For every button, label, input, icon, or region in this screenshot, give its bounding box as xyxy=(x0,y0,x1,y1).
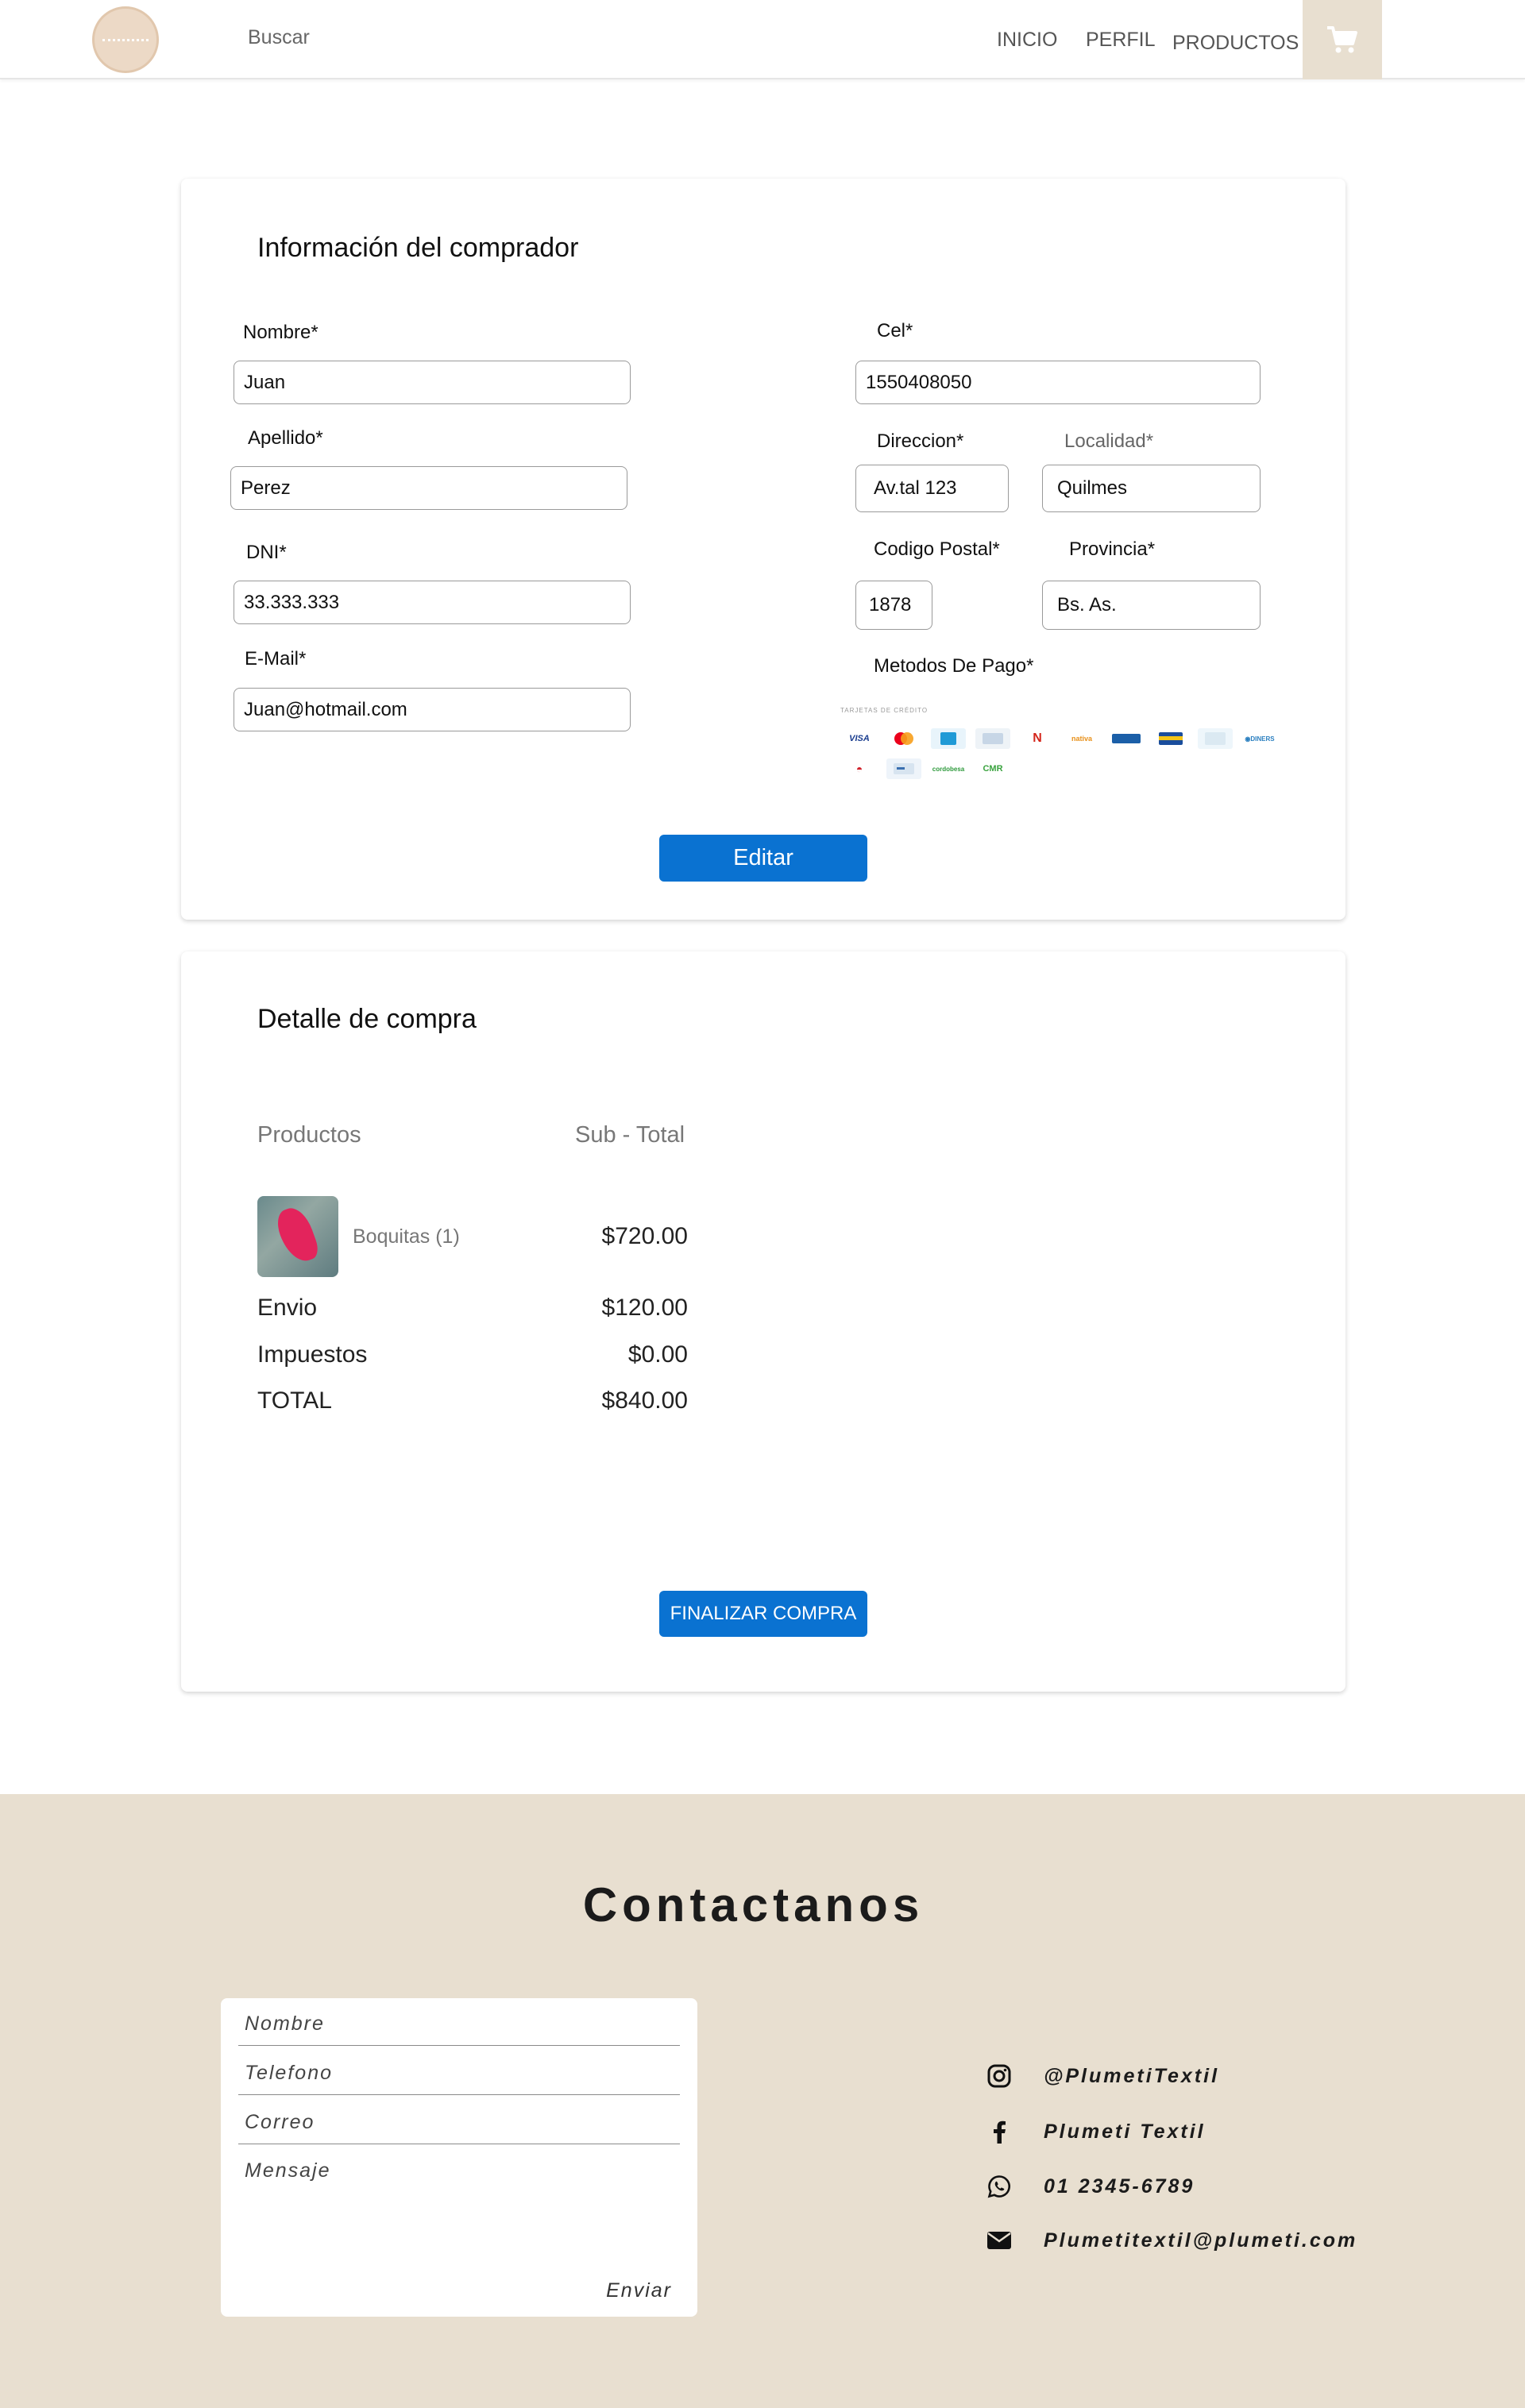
metodos-pago-label: Metodos De Pago* xyxy=(874,655,1034,677)
top-navbar: Buscar INICIO PERFIL PRODUCTOS xyxy=(0,0,1525,79)
provincia-field[interactable]: Bs. As. xyxy=(1042,581,1261,630)
mastercard-logo[interactable] xyxy=(886,728,921,749)
naranja-card-logo[interactable]: N xyxy=(1020,728,1055,749)
buyer-info-card: Información del comprador Nombre* Juan A… xyxy=(181,179,1345,920)
product-price: $720.00 xyxy=(601,1223,688,1249)
cmr-card-logo[interactable]: CMR xyxy=(975,758,1010,779)
email-label: E-Mail* xyxy=(245,648,307,670)
nombre-field[interactable]: Juan xyxy=(234,361,631,404)
instagram-handle: @PlumetiTextil xyxy=(1044,2064,1220,2087)
contact-telefono-input[interactable]: Telefono xyxy=(238,2047,680,2095)
contact-footer: Contactanos Nombre Telefono Correo Mensa… xyxy=(0,1794,1525,2408)
codigo-postal-label: Codigo Postal* xyxy=(874,538,1000,560)
amex-card-logo[interactable] xyxy=(931,728,966,749)
nav-perfil[interactable]: PERFIL xyxy=(1086,29,1156,52)
cel-field[interactable]: 1550408050 xyxy=(855,361,1261,404)
whatsapp-number: 01 2345-6789 xyxy=(1044,2175,1195,2198)
email-field[interactable]: Juan@hotmail.com xyxy=(234,688,631,731)
contact-mensaje-textarea[interactable]: Mensaje xyxy=(245,2159,331,2182)
contact-facebook[interactable]: Plumeti Textil xyxy=(986,2119,1206,2144)
impuestos-value: $0.00 xyxy=(627,1341,688,1368)
visa-card-logo[interactable]: VISA xyxy=(842,728,877,749)
product-name[interactable]: Boquitas (1) xyxy=(353,1225,460,1248)
brand-logo[interactable] xyxy=(92,6,159,73)
search-link[interactable]: Buscar xyxy=(248,26,310,49)
col-subtotal-header: Sub - Total xyxy=(575,1122,685,1148)
cordobesa-card-logo[interactable] xyxy=(1153,728,1188,749)
envio-label: Envio xyxy=(257,1295,318,1321)
contact-correo-input[interactable]: Correo xyxy=(238,2097,680,2144)
dni-label: DNI* xyxy=(246,542,287,563)
cabal-card-logo[interactable] xyxy=(975,728,1010,749)
localidad-label: Localidad* xyxy=(1064,430,1154,452)
cart-button[interactable] xyxy=(1303,0,1382,79)
tarjeta-shopping-logo[interactable]: ◓ xyxy=(842,758,877,779)
contact-enviar-button[interactable]: Enviar xyxy=(606,2279,672,2302)
contact-nombre-input[interactable]: Nombre xyxy=(238,1998,680,2046)
direccion-label: Direccion* xyxy=(877,430,964,452)
shopping-cart-icon xyxy=(1327,26,1357,53)
cencosud-card-logo[interactable] xyxy=(1109,728,1144,749)
finalizar-compra-button[interactable]: FINALIZAR COMPRA xyxy=(659,1591,867,1637)
facebook-icon xyxy=(986,2119,1012,2144)
buyer-info-title: Información del comprador xyxy=(257,233,579,263)
total-value: $840.00 xyxy=(601,1387,688,1414)
total-label: TOTAL xyxy=(257,1387,332,1414)
purchase-detail-title: Detalle de compra xyxy=(257,1004,477,1034)
facebook-name: Plumeti Textil xyxy=(1044,2120,1206,2143)
apellido-field[interactable]: Perez xyxy=(230,466,627,510)
contact-instagram[interactable]: @PlumetiTextil xyxy=(986,2063,1219,2089)
apellido-label: Apellido* xyxy=(248,427,323,449)
cordobesa-green-logo[interactable]: cordobesa xyxy=(931,758,966,779)
nav-inicio[interactable]: INICIO xyxy=(997,29,1057,52)
envio-value: $120.00 xyxy=(601,1295,688,1321)
envelope-icon xyxy=(986,2228,1012,2253)
localidad-field[interactable]: Quilmes xyxy=(1042,465,1261,512)
contact-title: Contactanos xyxy=(582,1878,925,1931)
contact-email[interactable]: Plumetitextil@plumeti.com xyxy=(986,2228,1357,2253)
contact-whatsapp[interactable]: 01 2345-6789 xyxy=(986,2174,1195,2199)
nav-productos[interactable]: PRODUCTOS xyxy=(1172,32,1299,55)
email-address: Plumetitextil@plumeti.com xyxy=(1044,2229,1358,2252)
col-productos-header: Productos xyxy=(257,1122,361,1148)
product-thumbnail[interactable] xyxy=(257,1196,338,1277)
nombre-label: Nombre* xyxy=(243,322,319,343)
instagram-icon xyxy=(986,2063,1012,2089)
contact-form: Nombre Telefono Correo Mensaje Enviar xyxy=(221,1998,697,2317)
cel-label: Cel* xyxy=(877,320,913,342)
whatsapp-icon xyxy=(986,2174,1012,2199)
edit-button[interactable]: Editar xyxy=(659,835,867,882)
cencosud-mini-logo[interactable] xyxy=(886,758,921,779)
impuestos-label: Impuestos xyxy=(257,1341,368,1368)
diners-club-card-logo[interactable]: ◉DINERS xyxy=(1242,728,1277,749)
purchase-detail-card: Detalle de compra Productos Sub - Total … xyxy=(181,951,1345,1692)
direccion-field[interactable]: Av.tal 123 xyxy=(855,465,1009,512)
argencard-card-logo[interactable] xyxy=(1198,728,1233,749)
dni-field[interactable]: 33.333.333 xyxy=(234,581,631,624)
codigo-postal-field[interactable]: 1878 xyxy=(855,581,932,630)
provincia-label: Provincia* xyxy=(1069,538,1156,560)
tarjetas-caption: TARJETAS DE CRÉDITO xyxy=(840,707,929,714)
nativa-card-logo[interactable]: nativa xyxy=(1064,728,1099,749)
